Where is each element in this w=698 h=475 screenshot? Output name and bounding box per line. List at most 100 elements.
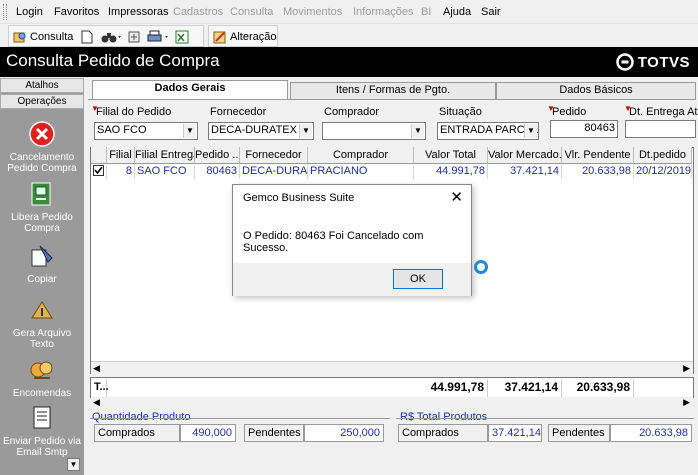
comprador-label: Comprador: [324, 106, 380, 118]
alteracao-label: Alteração: [230, 31, 277, 43]
totvs-logo: TOTVS: [616, 53, 690, 71]
required-marker: ▼: [624, 104, 632, 113]
grid-header-valor-mercadoria[interactable]: Valor Mercado...: [488, 147, 562, 164]
footer-valor-total: 44.991,78: [414, 379, 488, 397]
dialog-title: Gemco Business Suite: [243, 192, 355, 204]
grid-header-filial[interactable]: Filial: [107, 147, 135, 164]
ok-button[interactable]: OK: [393, 269, 443, 289]
quantidade-title: Quantidade Produto: [92, 411, 191, 423]
cell-pedido: 80463: [195, 164, 240, 179]
total-comprados-value: 37.421,14: [488, 424, 542, 442]
total-pendentes-value: 20.633,98: [610, 424, 692, 442]
comprador-select[interactable]: ▼: [322, 122, 426, 140]
export-excel-button[interactable]: [175, 29, 191, 45]
title-banner: Consulta Pedido de Compra TOTVS: [0, 47, 698, 77]
printer-icon: [147, 30, 168, 42]
menu-consulta: Consulta: [230, 6, 274, 18]
sidebar-tool-enviar-email[interactable]: Enviar Pedido via Email Smtp: [0, 404, 84, 458]
total-produtos-title: R$ Total Produtos: [400, 411, 488, 423]
cell-fornecedor: DECA-DURA...: [242, 164, 308, 179]
grid-header-filial-entrega[interactable]: Filial Entrega: [135, 147, 195, 164]
toolbar-group-edit: Alteração: [208, 25, 278, 47]
grid-header-comprador[interactable]: Comprador: [308, 147, 414, 164]
totvs-logo-text: TOTVS: [637, 53, 690, 71]
grid-header-select: [91, 147, 107, 164]
orders-icon: [30, 361, 53, 379]
sidebar-tool-gera-arquivo[interactable]: Gera Arquivo Texto: [0, 296, 84, 350]
grid-header-vlr-pendente[interactable]: Vlr. Pendente: [562, 147, 634, 164]
menu-bar: Login Favoritos Impressoras Cadastros Co…: [0, 0, 698, 23]
menu-ajuda[interactable]: Ajuda: [443, 6, 471, 18]
menu-login[interactable]: Login: [16, 6, 43, 18]
cell-filial-entrega: SAO FCO: [135, 164, 195, 179]
menu-informacoes: Informações: [353, 6, 414, 18]
footer-horizontal-scrollbar[interactable]: ◀ ▶: [91, 397, 693, 410]
tab-divider: [88, 99, 696, 100]
menu-impressoras[interactable]: Impressoras: [108, 6, 169, 18]
sidebar-tab-operacoes[interactable]: Operações: [0, 94, 84, 109]
scroll-right-icon[interactable]: ▶: [683, 397, 690, 408]
total-produtos-divider: [396, 418, 694, 419]
situacao-select[interactable]: ENTRADA PARCIAL ▼: [437, 122, 539, 140]
tab-dados-basicos[interactable]: Dados Básicos: [496, 82, 696, 99]
cell-valor-total: 44.991,78: [414, 164, 488, 179]
sidebar-scroll-down-button[interactable]: ▼: [67, 458, 80, 471]
scroll-left-icon[interactable]: ◀: [93, 363, 100, 374]
tab-itens-formas-pgto[interactable]: Itens / Formas de Pgto.: [290, 82, 496, 99]
footer-total-label: T...: [91, 379, 109, 397]
totvs-logo-icon: [616, 53, 634, 71]
quantidade-comprados-label: Comprados: [94, 424, 180, 442]
sidebar-tool-encomendas[interactable]: Encomendas: [0, 356, 84, 399]
sidebar-tool-copiar[interactable]: Copiar: [0, 242, 84, 285]
page-title: Consulta Pedido de Compra: [6, 51, 220, 70]
required-marker: ▼: [91, 104, 99, 113]
menu-favoritos[interactable]: Favoritos: [54, 6, 99, 18]
consulta-button[interactable]: Consulta: [13, 29, 73, 45]
dialog-message: O Pedido: 80463 Foi Cancelado com Sucess…: [243, 230, 424, 254]
fornecedor-select[interactable]: DECA-DURATEX ▼: [208, 122, 314, 140]
close-icon[interactable]: ✕: [450, 188, 463, 206]
fornecedor-label: Fornecedor: [210, 106, 267, 118]
grid-header-fornecedor[interactable]: Fornecedor: [240, 147, 308, 164]
export-icon: [128, 31, 140, 43]
scroll-left-icon[interactable]: ◀: [93, 397, 100, 408]
sidebar-tool-label: Cancelamento Pedido Compra: [7, 152, 77, 174]
copy-icon: [31, 245, 53, 267]
find-button[interactable]: [101, 29, 123, 45]
tab-dados-gerais[interactable]: Dados Gerais: [92, 80, 288, 99]
menu-bi: BI: [421, 6, 432, 18]
sidebar: Atalhos Operações Cancelamento Pedido Co…: [0, 78, 84, 475]
sidebar-tool-libera[interactable]: Libera Pedido Compra: [0, 180, 84, 234]
row-checkbox[interactable]: [91, 164, 107, 179]
dt-entrega-input[interactable]: [625, 120, 696, 138]
quantidade-divider: [90, 418, 390, 419]
grid-header-dt-pedido[interactable]: Dt.pedido: [634, 147, 692, 164]
spreadsheet-icon: [175, 30, 189, 44]
export-button[interactable]: [127, 29, 141, 45]
sidebar-tool-label: Libera Pedido Compra: [11, 212, 73, 234]
filial-label: ▼ Filial do Pedido: [91, 104, 172, 118]
total-comprados-label: Comprados: [398, 424, 488, 442]
sidebar-tab-atalhos[interactable]: Atalhos: [0, 78, 84, 93]
grid-header-pedido[interactable]: Pedido ...: [195, 147, 240, 164]
sidebar-tool-label: Encomendas: [12, 388, 72, 399]
scroll-right-icon[interactable]: ▶: [683, 363, 690, 374]
new-document-button[interactable]: [81, 29, 93, 45]
pedido-input[interactable]: 80463: [550, 120, 618, 138]
menu-movimentos: Movimentos: [283, 6, 343, 18]
print-button[interactable]: [147, 29, 171, 45]
grid-horizontal-scrollbar[interactable]: ◀ ▶: [91, 361, 693, 375]
sidebar-tool-cancelamento[interactable]: Cancelamento Pedido Compra: [0, 120, 84, 174]
sidebar-tool-label: Gera Arquivo Texto: [12, 328, 72, 350]
edit-icon: [213, 31, 226, 44]
consulta-label: Consulta: [30, 31, 74, 43]
required-marker: ▼: [547, 104, 555, 113]
filial-select[interactable]: SAO FCO ▼: [94, 122, 198, 140]
cell-comprador: PRACIANO: [308, 164, 414, 179]
menu-sair[interactable]: Sair: [481, 6, 501, 18]
grid-header-valor-total[interactable]: Valor Total: [414, 147, 488, 164]
chevron-down-icon: ▼: [411, 124, 424, 138]
sidebar-tool-label: Enviar Pedido via Email Smtp: [3, 436, 81, 458]
checkbox-checked-icon: [93, 165, 104, 176]
alteracao-button[interactable]: Alteração: [213, 29, 276, 45]
